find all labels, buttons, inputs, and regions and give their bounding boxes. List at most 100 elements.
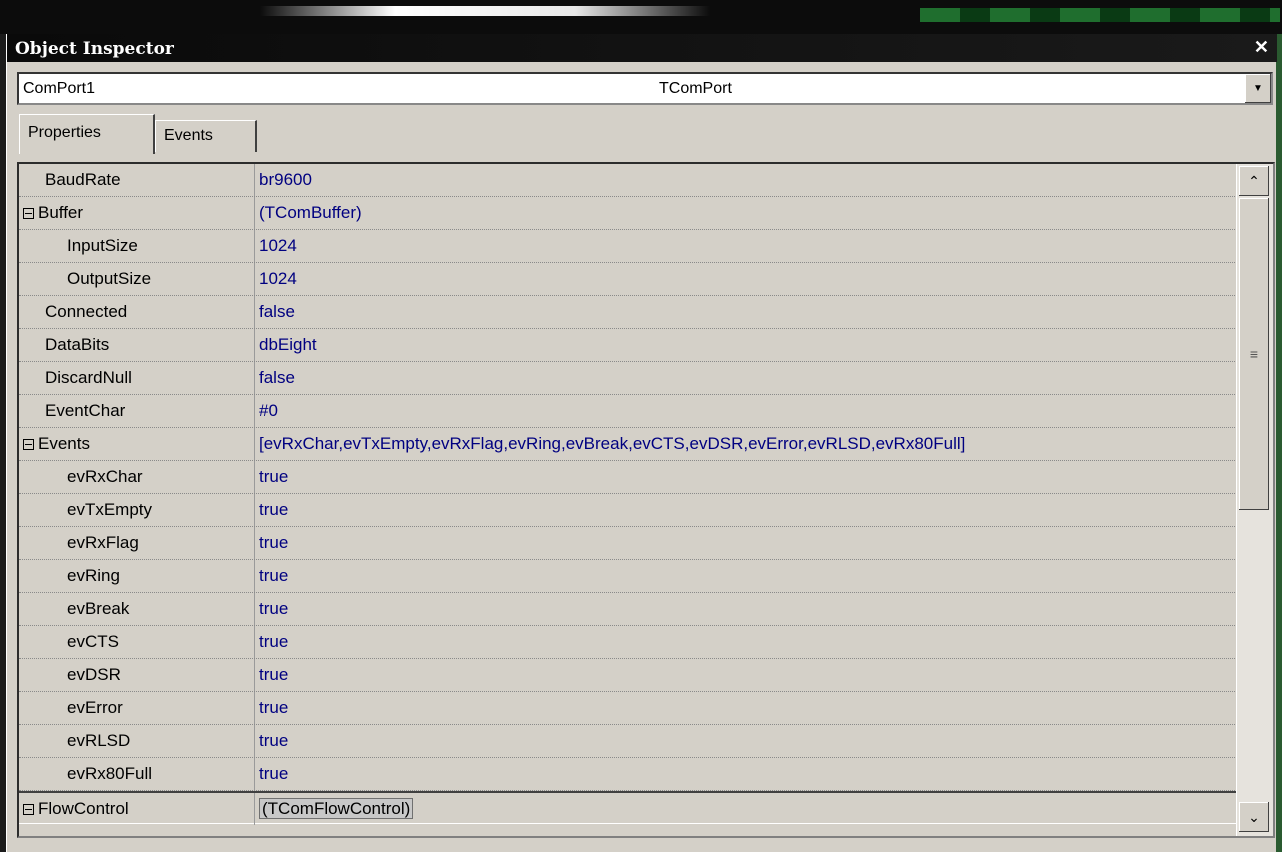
- property-row[interactable]: DataBits dbEight: [19, 329, 1237, 362]
- tab-properties[interactable]: Properties: [19, 114, 155, 154]
- property-value-text: true: [259, 533, 289, 552]
- property-name[interactable]: evTxEmpty: [19, 494, 255, 526]
- property-name-label: Buffer: [38, 203, 84, 222]
- tab-events[interactable]: Events: [155, 120, 257, 152]
- property-value[interactable]: dbEight: [259, 329, 1237, 361]
- collapse-icon[interactable]: [23, 439, 34, 450]
- property-row[interactable]: DiscardNull false: [19, 362, 1237, 395]
- property-value[interactable]: true: [259, 659, 1237, 691]
- component-selector[interactable]: ComPort1 TComPort ▼: [17, 72, 1273, 105]
- property-name[interactable]: InputSize: [19, 230, 255, 262]
- property-row[interactable]: Buffer (TComBuffer): [19, 197, 1237, 230]
- vertical-scrollbar[interactable]: ⌃ ≡ ⌄: [1236, 164, 1273, 836]
- property-value-text: #0: [259, 401, 278, 420]
- property-name[interactable]: evCTS: [19, 626, 255, 658]
- property-name-label: DataBits: [45, 335, 110, 354]
- property-name[interactable]: DataBits: [19, 329, 255, 361]
- property-row[interactable]: evRx80Full true: [19, 758, 1237, 791]
- property-row[interactable]: evRLSD true: [19, 725, 1237, 758]
- desktop-background-highlight: [260, 6, 710, 16]
- property-value[interactable]: true: [259, 461, 1237, 493]
- property-name-label: evRing: [67, 566, 120, 585]
- property-name[interactable]: BaudRate: [19, 164, 255, 196]
- property-value-text: true: [259, 698, 289, 717]
- property-row[interactable]: evRing true: [19, 560, 1237, 593]
- property-name[interactable]: evRxFlag: [19, 527, 255, 559]
- property-value-text: false: [259, 368, 295, 387]
- collapse-icon[interactable]: [23, 208, 34, 219]
- property-row[interactable]: OutputSize 1024: [19, 263, 1237, 296]
- property-name[interactable]: evRx80Full: [19, 758, 255, 790]
- property-name-label: OutputSize: [67, 269, 152, 288]
- window-title: Object Inspector: [15, 39, 174, 59]
- property-row[interactable]: BaudRate br9600: [19, 164, 1237, 197]
- property-value[interactable]: true: [259, 725, 1237, 757]
- property-name[interactable]: DiscardNull: [19, 362, 255, 394]
- component-name: ComPort1: [23, 80, 96, 97]
- property-row[interactable]: evCTS true: [19, 626, 1237, 659]
- scrollbar-thumb[interactable]: ≡: [1239, 198, 1269, 510]
- property-value[interactable]: 1024: [259, 230, 1237, 262]
- property-row[interactable]: Connected false: [19, 296, 1237, 329]
- property-value[interactable]: true: [259, 527, 1237, 559]
- property-name[interactable]: evRxChar: [19, 461, 255, 493]
- scroll-up-icon[interactable]: ⌃: [1239, 166, 1269, 196]
- property-value[interactable]: (TComFlowControl): [259, 793, 1237, 825]
- property-row[interactable]: evBreak true: [19, 593, 1237, 626]
- property-name[interactable]: evError: [19, 692, 255, 724]
- property-name[interactable]: Connected: [19, 296, 255, 328]
- property-name-label: evTxEmpty: [67, 500, 153, 519]
- property-row[interactable]: evTxEmpty true: [19, 494, 1237, 527]
- property-value-text: true: [259, 632, 289, 651]
- property-value[interactable]: true: [259, 593, 1237, 625]
- property-value[interactable]: true: [259, 494, 1237, 526]
- property-name[interactable]: Events: [19, 428, 255, 460]
- property-name[interactable]: evRLSD: [19, 725, 255, 757]
- property-name-label: evRxChar: [67, 467, 143, 486]
- property-name-label: DiscardNull: [45, 368, 132, 387]
- property-row[interactable]: FlowControl (TComFlowControl): [19, 791, 1237, 825]
- property-value[interactable]: #0: [259, 395, 1237, 427]
- property-value-text: true: [259, 599, 289, 618]
- property-value-text: 1024: [259, 236, 297, 255]
- property-row[interactable]: evRxFlag true: [19, 527, 1237, 560]
- property-name-label: evCTS: [67, 632, 119, 651]
- property-value-text: true: [259, 764, 289, 783]
- collapse-icon[interactable]: [23, 804, 34, 815]
- title-bar[interactable]: Object Inspector ✕: [7, 34, 1277, 62]
- property-value[interactable]: true: [259, 560, 1237, 592]
- property-name-label: InputSize: [67, 236, 138, 255]
- property-name[interactable]: FlowControl: [19, 793, 255, 825]
- property-name[interactable]: OutputSize: [19, 263, 255, 295]
- property-row[interactable]: InputSize 1024: [19, 230, 1237, 263]
- property-row[interactable]: Events [evRxChar,evTxEmpty,evRxFlag,evRin…: [19, 428, 1237, 461]
- property-value-text: true: [259, 731, 289, 750]
- property-row[interactable]: evError true: [19, 692, 1237, 725]
- close-icon[interactable]: ✕: [1254, 37, 1269, 58]
- property-row[interactable]: EventChar #0: [19, 395, 1237, 428]
- property-value[interactable]: true: [259, 626, 1237, 658]
- property-row[interactable]: evDSR true: [19, 659, 1237, 692]
- property-value[interactable]: true: [259, 758, 1237, 790]
- property-row[interactable]: evRxChar true: [19, 461, 1237, 494]
- property-value[interactable]: 1024: [259, 263, 1237, 295]
- property-name[interactable]: Buffer: [19, 197, 255, 229]
- property-value[interactable]: true: [259, 692, 1237, 724]
- property-value-text: dbEight: [259, 335, 317, 354]
- property-value[interactable]: [evRxChar,evTxEmpty,evRxFlag,evRing,evBr…: [259, 428, 1237, 460]
- property-name-label: Connected: [45, 302, 128, 321]
- property-name-label: FlowControl: [38, 799, 129, 818]
- property-name-label: BaudRate: [45, 170, 121, 189]
- chevron-down-icon[interactable]: ▼: [1244, 74, 1271, 103]
- property-value-text: br9600: [259, 170, 312, 189]
- property-name[interactable]: EventChar: [19, 395, 255, 427]
- property-name[interactable]: evDSR: [19, 659, 255, 691]
- property-value[interactable]: (TComBuffer): [259, 197, 1237, 229]
- property-name[interactable]: evBreak: [19, 593, 255, 625]
- property-value[interactable]: false: [259, 296, 1237, 328]
- property-value[interactable]: br9600: [259, 164, 1237, 196]
- property-value[interactable]: false: [259, 362, 1237, 394]
- property-name-label: Events: [38, 434, 90, 453]
- property-name[interactable]: evRing: [19, 560, 255, 592]
- scroll-down-icon[interactable]: ⌄: [1239, 802, 1269, 832]
